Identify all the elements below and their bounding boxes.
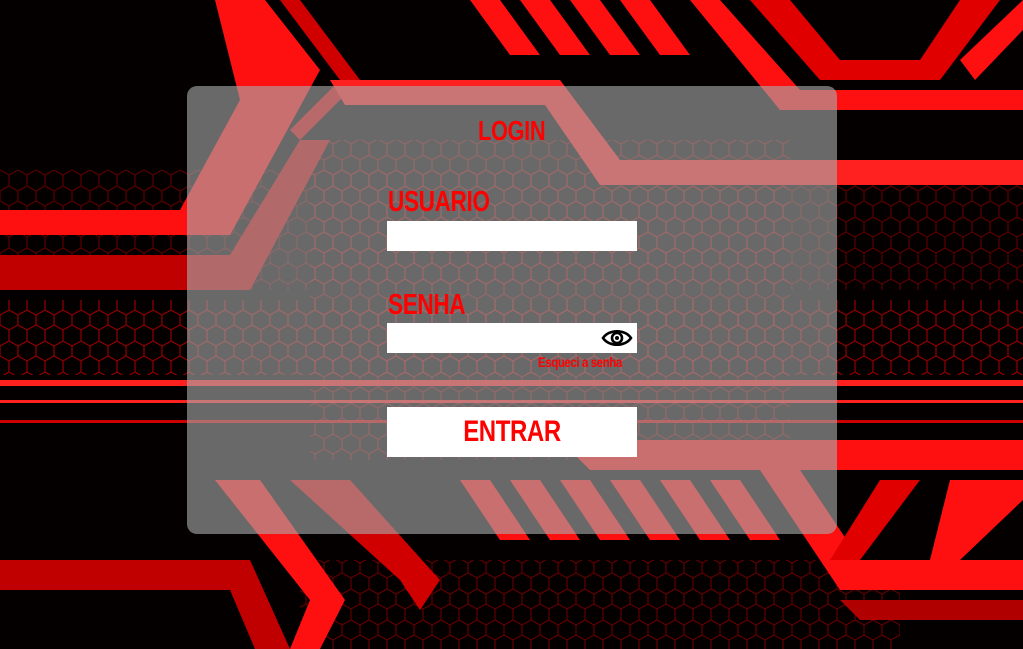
forgot-password-link[interactable]: Esqueci a senha <box>538 354 622 370</box>
password-label: SENHA <box>388 289 466 321</box>
submit-button[interactable]: ENTRAR <box>387 407 637 457</box>
submit-button-label: ENTRAR <box>463 415 561 448</box>
login-title: LOGIN <box>478 115 546 146</box>
login-panel <box>187 86 837 534</box>
eye-icon[interactable] <box>601 326 633 350</box>
username-input[interactable] <box>387 221 637 251</box>
username-label: USUARIO <box>388 186 490 218</box>
password-input[interactable] <box>387 323 637 353</box>
